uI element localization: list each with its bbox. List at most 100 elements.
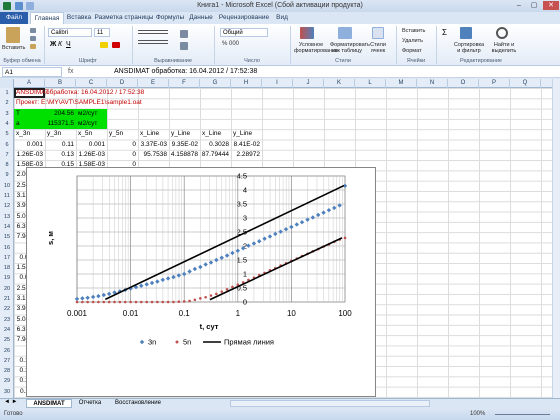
row-header-14[interactable]: 14: [0, 222, 14, 232]
row-header-20[interactable]: 20: [0, 284, 14, 294]
tab-formulas[interactable]: Формулы: [154, 12, 186, 24]
sheet-tab-recovery[interactable]: Восстановление: [110, 399, 166, 408]
column-header-g[interactable]: G: [200, 79, 231, 88]
row-header-1[interactable]: 1: [0, 88, 14, 98]
format-table-icon[interactable]: [338, 27, 352, 39]
data-cell[interactable]: 0.13: [45, 150, 74, 160]
close-icon[interactable]: ✕: [543, 1, 559, 10]
column-header-l[interactable]: L: [355, 79, 386, 88]
cut-icon[interactable]: [30, 28, 36, 33]
insert-cells-button[interactable]: Вставить: [402, 28, 425, 34]
conditional-format-button[interactable]: Условное форматирование: [294, 42, 338, 54]
percent-icon[interactable]: % 000: [222, 41, 239, 47]
data-cell[interactable]: 0.001: [76, 140, 105, 150]
tab-data[interactable]: Данные: [186, 12, 216, 24]
row-header-15[interactable]: 15: [0, 232, 14, 242]
column-header-q[interactable]: Q: [510, 79, 541, 88]
sheet-nav-icon[interactable]: ◄ ►: [4, 399, 18, 405]
find-select-button[interactable]: Найти и выделить: [488, 42, 520, 54]
data-cell[interactable]: 2.28972: [231, 150, 261, 160]
fx-icon[interactable]: fx: [68, 67, 108, 77]
row-header-30[interactable]: 30: [0, 387, 14, 397]
italic-icon[interactable]: К: [58, 41, 62, 48]
cell-b3[interactable]: 204.56: [46, 109, 74, 119]
tab-view[interactable]: Вид: [272, 12, 292, 24]
row-header-19[interactable]: 19: [0, 273, 14, 283]
align-icon[interactable]: [138, 30, 168, 34]
row-header-5[interactable]: 5: [0, 129, 14, 139]
cell-b1[interactable]: обработка: 16.04.2012 / 17:52:38: [46, 88, 144, 98]
row-header-16[interactable]: 16: [0, 243, 14, 253]
header-cell[interactable]: y_5n: [109, 129, 123, 139]
bold-icon[interactable]: Ж: [50, 41, 56, 48]
find-icon[interactable]: [496, 27, 508, 39]
format-table-button[interactable]: Форматировать как таблицу: [330, 42, 370, 54]
font-color-icon[interactable]: [112, 42, 120, 48]
tab-file[interactable]: Файл: [0, 12, 28, 24]
conditional-format-icon[interactable]: [300, 27, 314, 39]
column-header-i[interactable]: I: [262, 79, 293, 88]
header-cell[interactable]: x_Line: [202, 129, 221, 139]
row-header-28[interactable]: 28: [0, 366, 14, 376]
header-cell[interactable]: y_Line: [233, 129, 252, 139]
sort-filter-icon[interactable]: [460, 27, 472, 39]
sheet-tab-report[interactable]: Отчетка: [72, 399, 108, 408]
column-header-b[interactable]: B: [45, 79, 76, 88]
maximize-icon[interactable]: ▢: [527, 1, 541, 10]
autosum-icon[interactable]: Σ: [442, 28, 447, 37]
column-header-j[interactable]: J: [293, 79, 324, 88]
row-header-10[interactable]: 10: [0, 181, 14, 191]
cell-a3[interactable]: T: [16, 109, 20, 119]
row-header-13[interactable]: 13: [0, 212, 14, 222]
zoom-slider[interactable]: [495, 414, 550, 415]
data-cell[interactable]: 0.11: [45, 140, 74, 150]
row-header-12[interactable]: 12: [0, 201, 14, 211]
header-cell[interactable]: y_3n: [47, 129, 61, 139]
data-cell[interactable]: 1.26E-03: [14, 150, 43, 160]
row-header-21[interactable]: 21: [0, 294, 14, 304]
header-cell[interactable]: x_3n: [16, 129, 30, 139]
cell-b4[interactable]: 115371.5: [46, 119, 74, 129]
format-cells-button[interactable]: Формат: [402, 48, 422, 54]
column-header-m[interactable]: M: [386, 79, 417, 88]
row-header-22[interactable]: 22: [0, 304, 14, 314]
data-cell[interactable]: 87.79444: [200, 150, 229, 160]
sort-filter-button[interactable]: Сортировка и фильтр: [452, 42, 486, 54]
row-header-26[interactable]: 26: [0, 346, 14, 356]
cell-c4[interactable]: м2/сут: [78, 119, 97, 129]
font-name-select[interactable]: Calibri: [48, 28, 92, 37]
minimize-icon[interactable]: –: [512, 1, 526, 10]
row-header-23[interactable]: 23: [0, 315, 14, 325]
cell-a4[interactable]: a: [16, 119, 20, 129]
data-cell[interactable]: 0.001: [14, 140, 43, 150]
column-header-k[interactable]: K: [324, 79, 355, 88]
data-cell[interactable]: 1.26E-03: [76, 150, 105, 160]
cell-styles-icon[interactable]: [372, 27, 384, 39]
data-cell[interactable]: 3.37E-03: [138, 140, 167, 150]
column-header-a[interactable]: A: [14, 79, 45, 88]
row-header-3[interactable]: 3: [0, 109, 14, 119]
row-header-6[interactable]: 6: [0, 140, 14, 150]
column-header-e[interactable]: E: [138, 79, 169, 88]
number-format-select[interactable]: Общий: [220, 28, 268, 37]
vertical-scrollbar[interactable]: [552, 79, 560, 398]
align-center-icon[interactable]: [138, 40, 168, 44]
column-header-n[interactable]: N: [417, 79, 448, 88]
row-header-7[interactable]: 7: [0, 150, 14, 160]
header-cell[interactable]: x_Line: [140, 129, 159, 139]
column-header-o[interactable]: O: [448, 79, 479, 88]
column-header-c[interactable]: C: [76, 79, 107, 88]
data-cell[interactable]: 0.3028: [200, 140, 229, 150]
row-header-2[interactable]: 2: [0, 98, 14, 108]
column-header-d[interactable]: D: [107, 79, 138, 88]
cell-styles-button[interactable]: Стили ячеек: [366, 42, 390, 54]
row-header-24[interactable]: 24: [0, 325, 14, 335]
header-cell[interactable]: y_Line: [171, 129, 190, 139]
data-cell[interactable]: 8.41E-02: [231, 140, 260, 150]
row-header-4[interactable]: 4: [0, 119, 14, 129]
tab-page-layout[interactable]: Разметка страницы: [94, 12, 154, 24]
row-header-9[interactable]: 9: [0, 170, 14, 180]
column-header-h[interactable]: H: [231, 79, 262, 88]
row-header-17[interactable]: 17: [0, 253, 14, 263]
data-cell[interactable]: 0: [107, 150, 136, 160]
